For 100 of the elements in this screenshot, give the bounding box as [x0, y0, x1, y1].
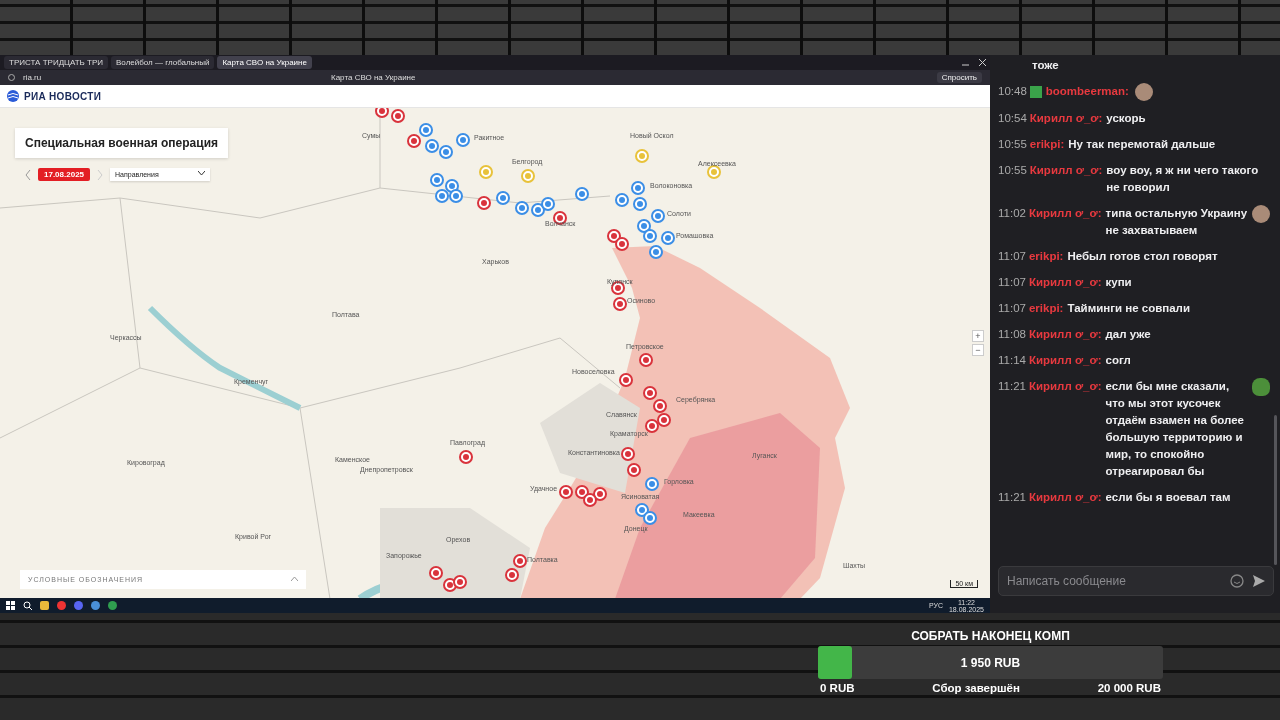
- map-marker-icon[interactable]: [635, 149, 649, 163]
- map-marker-icon[interactable]: [439, 145, 453, 159]
- chat-username[interactable]: erikpi:: [1028, 300, 1064, 317]
- goal-status: Сбор завершён: [932, 682, 1020, 694]
- map-marker-icon[interactable]: [521, 169, 535, 183]
- map-marker-icon[interactable]: [643, 386, 657, 400]
- chat-message-text: типа остальную Украину не захватываем: [1105, 206, 1249, 238]
- chat-username[interactable]: erikpi:: [1029, 136, 1065, 153]
- map-marker-icon[interactable]: [621, 447, 635, 461]
- chat-username[interactable]: Кирилл ơ_ơ:: [1028, 489, 1102, 506]
- map-marker-icon[interactable]: [559, 485, 573, 499]
- map-marker-icon[interactable]: [531, 203, 545, 217]
- map-marker-icon[interactable]: [631, 181, 645, 195]
- folder-icon[interactable]: [40, 601, 49, 610]
- globe-logo-icon: [6, 89, 20, 103]
- map-marker-icon[interactable]: [575, 187, 589, 201]
- chat-time: 10:48: [998, 84, 1027, 99]
- chat-time: 11:02: [998, 206, 1026, 221]
- map-marker-icon[interactable]: [649, 245, 663, 259]
- chat-message-text: если бы я воевал там: [1105, 490, 1232, 505]
- raised-amount: 1 950 RUB: [960, 655, 1021, 670]
- browser-tab[interactable]: Волейбол — глобальный: [111, 56, 215, 69]
- map-marker-icon[interactable]: [477, 196, 491, 210]
- map-marker-icon[interactable]: [707, 165, 721, 179]
- emoji-icon[interactable]: [1230, 574, 1244, 588]
- chat-time: 10:55: [998, 163, 1027, 178]
- map-marker-icon[interactable]: [445, 179, 459, 193]
- goal-title: СОБРАТЬ НАКОНЕЦ КОМП: [911, 629, 1070, 643]
- chat-username[interactable]: erikpi:: [1028, 248, 1064, 265]
- chat-username[interactable]: Кирилл ơ_ơ:: [1028, 326, 1102, 343]
- chevron-up-icon[interactable]: [291, 576, 298, 581]
- chat-time: 10:54: [998, 111, 1027, 126]
- map-marker-icon[interactable]: [583, 493, 597, 507]
- zoom-in-button[interactable]: +: [972, 330, 984, 342]
- map-marker-icon[interactable]: [657, 413, 671, 427]
- map-marker-icon[interactable]: [479, 165, 493, 179]
- chat-time: 11:07: [998, 249, 1026, 264]
- browser-tab[interactable]: Карта СВО на Украине: [217, 56, 312, 69]
- ask-button[interactable]: Спросить: [936, 72, 982, 83]
- chevron-down-icon: [198, 171, 206, 176]
- map-marker-icon[interactable]: [613, 297, 627, 311]
- map-marker-icon[interactable]: [430, 173, 444, 187]
- chat-message-text: дал уже: [1105, 327, 1152, 342]
- chat-input-field[interactable]: Написать сообщение: [998, 566, 1274, 596]
- map-marker-icon[interactable]: [643, 229, 657, 243]
- map-marker-icon[interactable]: [651, 209, 665, 223]
- chat-username[interactable]: Кирилл ơ_ơ:: [1028, 274, 1102, 291]
- chat-message-text: тоже: [1032, 58, 1059, 73]
- map-marker-icon[interactable]: [515, 201, 529, 215]
- map-marker-icon[interactable]: [633, 197, 647, 211]
- avatar-emote-icon: [1134, 83, 1153, 101]
- map-marker-icon[interactable]: [513, 554, 527, 568]
- map-marker-icon[interactable]: [637, 219, 651, 233]
- map-marker-icon[interactable]: [627, 463, 641, 477]
- zoom-out-button[interactable]: −: [972, 344, 984, 356]
- map-marker-icon[interactable]: [435, 189, 449, 203]
- chat-username[interactable]: Кирилл ơ_ơ:: [1029, 110, 1103, 127]
- chat-message-text: Небыл готов стол говорят: [1067, 249, 1219, 264]
- chevron-left-icon[interactable]: [24, 168, 32, 181]
- search-icon[interactable]: [23, 601, 32, 610]
- map-marker-icon[interactable]: [375, 108, 389, 118]
- map-marker-icon[interactable]: [407, 134, 421, 148]
- map-marker-icon[interactable]: [541, 197, 555, 211]
- map-marker-icon[interactable]: [645, 477, 659, 491]
- date-badge[interactable]: 17.08.2025: [38, 168, 91, 181]
- map-marker-icon[interactable]: [429, 566, 443, 580]
- address-field[interactable]: ria.ru: [23, 73, 323, 82]
- chat-message-text: если бы мне сказали, что мы этот кусочек отдаём взамен на более большую территорию и мир, то спокойно отреагировал бы: [1105, 379, 1245, 479]
- map-marker-icon[interactable]: [643, 511, 657, 525]
- map-marker-icon[interactable]: [453, 575, 467, 589]
- panel-title: Специальная военная операция: [15, 128, 228, 158]
- map-marker-icon[interactable]: [496, 191, 510, 205]
- map-marker-icon[interactable]: [615, 237, 629, 251]
- send-icon[interactable]: [1252, 574, 1266, 588]
- map-marker-icon[interactable]: [505, 568, 519, 582]
- site-logo[interactable]: РИА НОВОСТИ: [24, 90, 102, 102]
- map-marker-icon[interactable]: [653, 399, 667, 413]
- map-marker-icon[interactable]: [391, 109, 405, 123]
- map-marker-icon[interactable]: [615, 193, 629, 207]
- chat-message-text: Ну так перемотай дальше: [1068, 137, 1217, 152]
- chat-username[interactable]: boombeerman:: [1045, 83, 1129, 100]
- map-marker-icon[interactable]: [456, 133, 470, 147]
- frog-emote-icon: [1252, 378, 1270, 396]
- close-icon[interactable]: [979, 59, 986, 66]
- chat-username[interactable]: Кирилл ơ_ơ:: [1028, 205, 1102, 222]
- chat-username[interactable]: Кирилл ơ_ơ:: [1028, 378, 1102, 395]
- map-marker-icon[interactable]: [419, 123, 433, 137]
- chat-time: 10:55: [998, 137, 1027, 152]
- map-marker-icon[interactable]: [449, 189, 463, 203]
- map-marker-icon[interactable]: [459, 450, 473, 464]
- map-marker-icon[interactable]: [645, 419, 659, 433]
- map-marker-icon[interactable]: [661, 231, 675, 245]
- map-marker-icon[interactable]: [639, 353, 653, 367]
- browser-tab[interactable]: ТРИСТА ТРИДЦАТЬ ТРИ: [4, 56, 108, 69]
- map-marker-icon[interactable]: [619, 373, 633, 387]
- chat-username[interactable]: Кирилл ơ_ơ:: [1029, 162, 1103, 179]
- windows-start-icon[interactable]: [6, 601, 15, 610]
- map-marker-icon[interactable]: [425, 139, 439, 153]
- chat-username[interactable]: Кирилл ơ_ơ:: [1028, 352, 1102, 369]
- map-marker-icon[interactable]: [607, 229, 621, 243]
